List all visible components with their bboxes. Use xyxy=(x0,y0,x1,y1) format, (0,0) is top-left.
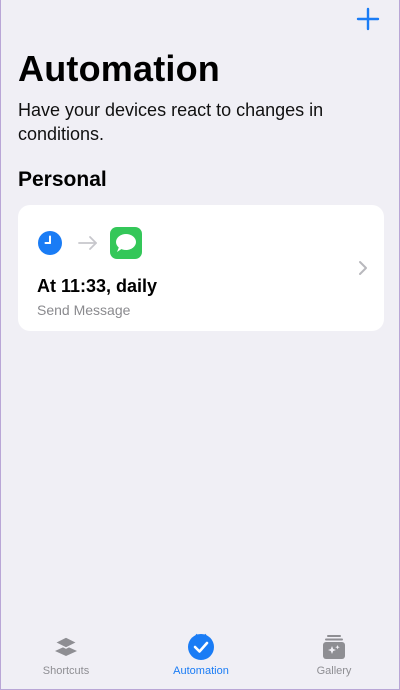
tab-automation-label: Automation xyxy=(173,665,229,677)
chevron-right-icon xyxy=(359,261,367,275)
tab-shortcuts-label: Shortcuts xyxy=(42,665,90,677)
page-subtitle: Have your devices react to changes in co… xyxy=(18,100,324,144)
automation-action: Send Message xyxy=(37,302,131,318)
section-title-personal: Personal xyxy=(18,168,107,191)
layers-icon xyxy=(53,636,79,656)
page-title: Automation xyxy=(18,48,220,89)
automation-title: At 11:33, daily xyxy=(37,276,158,296)
automation-icons xyxy=(38,227,142,259)
arrow-right-icon xyxy=(78,236,97,250)
gallery-icon xyxy=(323,635,345,659)
tab-gallery[interactable]: Gallery xyxy=(279,633,389,689)
tab-bar: Shortcuts Automation Gallery xyxy=(1,631,399,689)
clock-icon xyxy=(38,231,62,255)
tab-gallery-label: Gallery xyxy=(316,665,352,677)
automation-check-icon xyxy=(188,633,214,660)
automation-screen: Automation Have your devices react to ch… xyxy=(0,0,400,690)
tab-automation[interactable]: Automation xyxy=(146,633,256,689)
tab-shortcuts[interactable]: Shortcuts xyxy=(11,633,121,689)
automation-card[interactable]: At 11:33, daily Send Message xyxy=(18,205,384,331)
messages-icon xyxy=(110,227,142,259)
add-button[interactable] xyxy=(355,6,381,32)
